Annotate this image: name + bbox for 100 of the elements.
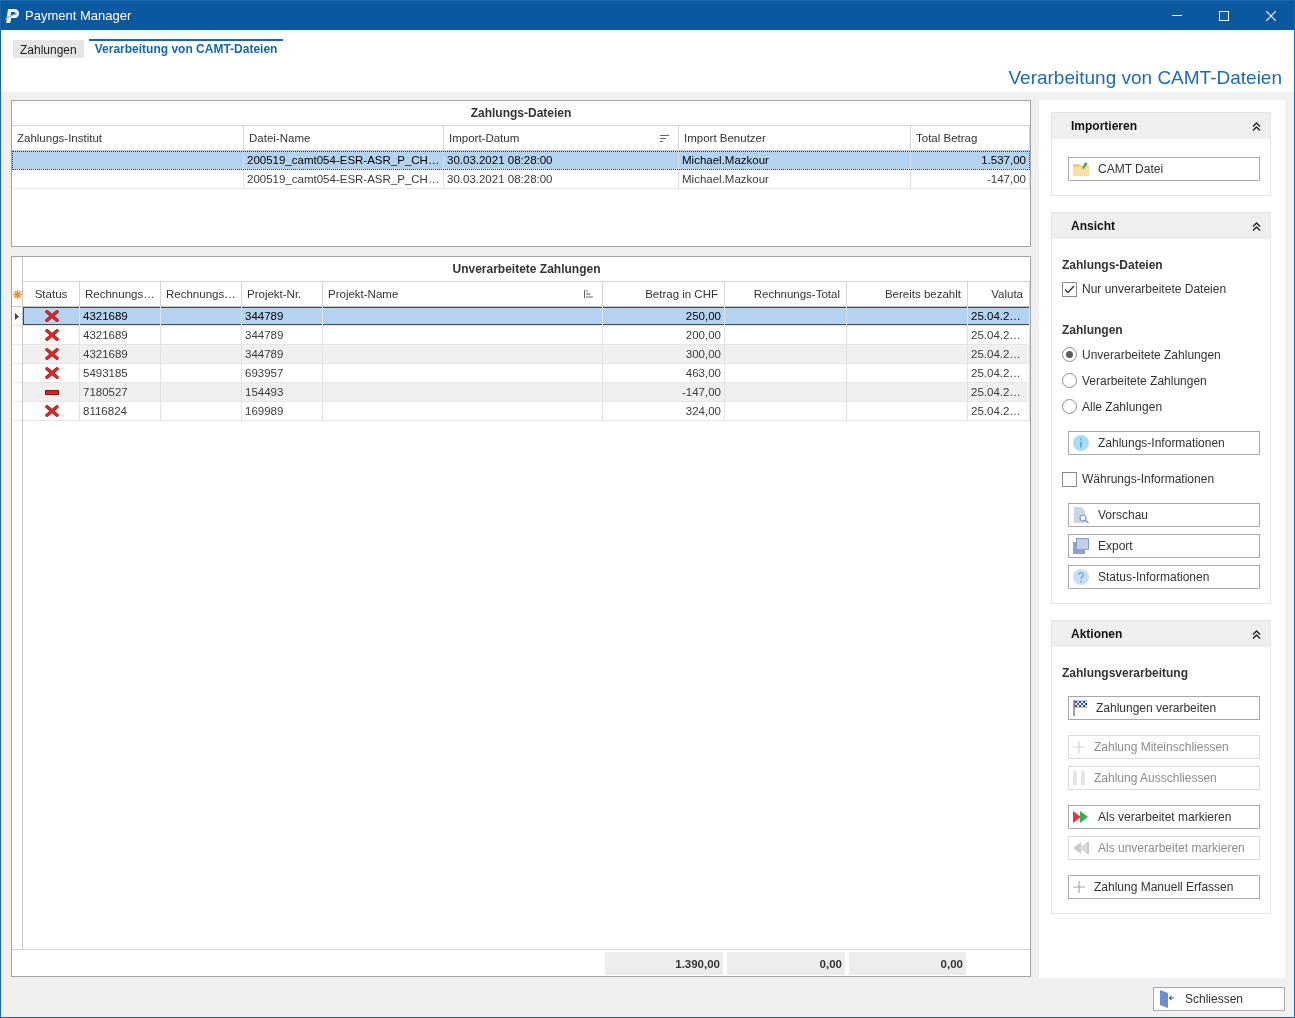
action-button[interactable]: CAMT Datei <box>1068 157 1260 181</box>
table-cell: 200519_camt054-ESR-ASR_P_CH… <box>244 170 444 188</box>
column-header[interactable]: Rechnungs… <box>80 282 161 306</box>
table-cell: 154493 <box>242 383 323 401</box>
action-button[interactable]: Status-Informationen <box>1068 565 1260 589</box>
close-button[interactable]: Schliessen <box>1153 987 1285 1011</box>
table-cell: 1.537,00 <box>911 151 1030 169</box>
table-title: Zahlungs-Dateien <box>12 101 1030 126</box>
table-cell: 200519_camt054-ESR-ASR_P_CH… <box>244 151 444 169</box>
pause-icon <box>1073 771 1085 785</box>
table-row[interactable]: 8116824 169989 324,00 25.04.2… <box>23 402 1030 421</box>
table-cell: 250,00 <box>603 307 725 325</box>
group-heading: Zahlungen <box>1062 322 1123 338</box>
double-chevron-up-icon[interactable] <box>1252 629 1261 639</box>
table-cell: 324,00 <box>603 402 725 420</box>
column-header[interactable]: Datei-Name <box>244 126 444 150</box>
section-title: Aktionen <box>1071 627 1123 641</box>
double-chevron-up-icon[interactable] <box>1252 121 1261 131</box>
column-header[interactable]: Zahlungs-Institut <box>12 126 244 150</box>
table-row[interactable]: 200519_camt054-ESR-ASR_P_CH… 30.03.2021 08:28:00 Michael.Mazkour 1.537,00 <box>12 151 1030 170</box>
plus-icon <box>1073 741 1085 753</box>
total-cell: 0,00 <box>849 952 966 975</box>
action-button[interactable]: Zahlung Manuell Erfassen <box>1068 875 1260 899</box>
table-cell: Michael.Mazkour <box>679 151 911 169</box>
checkbox-label[interactable]: Nur unverarbeitete Dateien <box>1082 282 1227 296</box>
total-cell: 0,00 <box>727 952 845 975</box>
column-header[interactable]: Valuta <box>968 282 1030 306</box>
table-cell: 25.04.2… <box>968 364 1030 382</box>
total-cell: 1.390,00 <box>605 952 723 975</box>
action-button[interactable]: Vorschau <box>1068 503 1260 527</box>
group-heading: Zahlungsverarbeitung <box>1062 665 1189 681</box>
table-cell: 25.04.2… <box>968 307 1030 325</box>
table-cell: 25.04.2… <box>968 402 1030 420</box>
section-header[interactable]: Importieren <box>1052 113 1270 139</box>
column-header[interactable]: Projekt-Name <box>323 282 603 306</box>
table-cell: 5493185 <box>80 364 161 382</box>
table-title: Unverarbeitete Zahlungen <box>23 257 1030 282</box>
section-title: Importieren <box>1071 119 1137 133</box>
table-cell: 200,00 <box>603 326 725 344</box>
exit-door-icon <box>1159 990 1175 1008</box>
table-cell: 4321689 <box>80 307 161 325</box>
radio-button[interactable] <box>1062 399 1077 414</box>
table-cell: 25.04.2… <box>968 345 1030 363</box>
column-header[interactable]: Rechnungs-Total <box>725 282 847 306</box>
minimize-icon[interactable] <box>1171 15 1182 16</box>
table-row[interactable]: 200519_camt054-ESR-ASR_P_CH… 30.03.2021 08:28:00 Michael.Mazkour -147,00 <box>12 170 1030 189</box>
folder-icon <box>1073 162 1089 176</box>
checkbox[interactable] <box>1062 281 1077 297</box>
radio-label[interactable]: Unverarbeitete Zahlungen <box>1082 347 1221 362</box>
stacked-pages-icon <box>1073 538 1089 554</box>
action-button[interactable]: Zahlungs-Informationen <box>1068 431 1260 455</box>
page-title: Verarbeitung von CAMT-Dateien <box>1008 67 1282 89</box>
app-logo-icon <box>5 8 19 23</box>
radio-label[interactable]: Alle Zahlungen <box>1082 399 1163 414</box>
maximize-icon[interactable] <box>1218 10 1229 21</box>
plus-icon <box>1073 881 1085 893</box>
table-cell: 25.04.2… <box>968 383 1030 401</box>
table-cell: 25.04.2… <box>968 326 1030 344</box>
action-button[interactable]: Zahlungen verarbeiten <box>1068 696 1260 720</box>
table-row[interactable]: 4321689 344789 200,00 25.04.2… <box>23 326 1030 345</box>
action-button[interactable]: Export <box>1068 534 1260 558</box>
column-header[interactable]: Bereits bezahlt <box>847 282 968 306</box>
column-header[interactable]: Import Benutzer <box>679 126 911 150</box>
table-cell: 169989 <box>242 402 323 420</box>
table-cell: 344789 <box>242 345 323 363</box>
column-header[interactable]: Status <box>23 282 80 306</box>
table-row[interactable]: 4321689 344789 250,00 25.04.2… <box>23 307 1030 326</box>
table-cell: 4321689 <box>80 345 161 363</box>
table-cell: 4321689 <box>80 326 161 344</box>
tab[interactable]: Zahlungen <box>13 40 84 58</box>
column-header[interactable]: Projekt-Nr. <box>242 282 323 306</box>
table-cell: 693957 <box>242 364 323 382</box>
window-title: Payment Manager <box>25 8 133 23</box>
table-cell: 344789 <box>242 326 323 344</box>
radio-button[interactable] <box>1062 373 1077 388</box>
rewind-icon <box>1073 842 1089 854</box>
column-header[interactable]: Import-Datum <box>444 126 679 150</box>
triangle-icon <box>15 312 19 320</box>
table-row[interactable]: 7180527 154493 -147,00 25.04.2… <box>23 383 1030 402</box>
table-row[interactable]: 4321689 344789 300,00 25.04.2… <box>23 345 1030 364</box>
table-cell: 7180527 <box>80 383 161 401</box>
column-header[interactable]: Rechnungs… <box>161 282 242 306</box>
section-header[interactable]: Aktionen <box>1052 621 1270 647</box>
double-chevron-up-icon[interactable] <box>1252 221 1261 231</box>
table-cell: -147,00 <box>603 383 725 401</box>
column-header[interactable]: Total Betrag <box>911 126 1030 150</box>
column-header[interactable]: Betrag in CHF <box>603 282 725 306</box>
radio-button[interactable] <box>1062 347 1077 362</box>
radio-label[interactable]: Verarbeitete Zahlungen <box>1082 373 1207 388</box>
section-header[interactable]: Ansicht <box>1052 213 1270 239</box>
checkbox[interactable] <box>1062 471 1077 487</box>
table-row[interactable]: 5493185 693957 463,00 25.04.2… <box>23 364 1030 383</box>
checkbox-label[interactable]: Währungs-Informationen <box>1082 472 1215 486</box>
action-button[interactable]: Als verarbeitet markieren <box>1068 805 1260 829</box>
double-play-icon <box>1073 811 1089 823</box>
document-search-icon <box>1073 507 1089 523</box>
tab[interactable]: Verarbeitung von CAMT-Dateien <box>88 39 284 57</box>
close-icon[interactable] <box>1265 10 1276 21</box>
table-cell: 463,00 <box>603 364 725 382</box>
table-cell: 344789 <box>242 307 323 325</box>
